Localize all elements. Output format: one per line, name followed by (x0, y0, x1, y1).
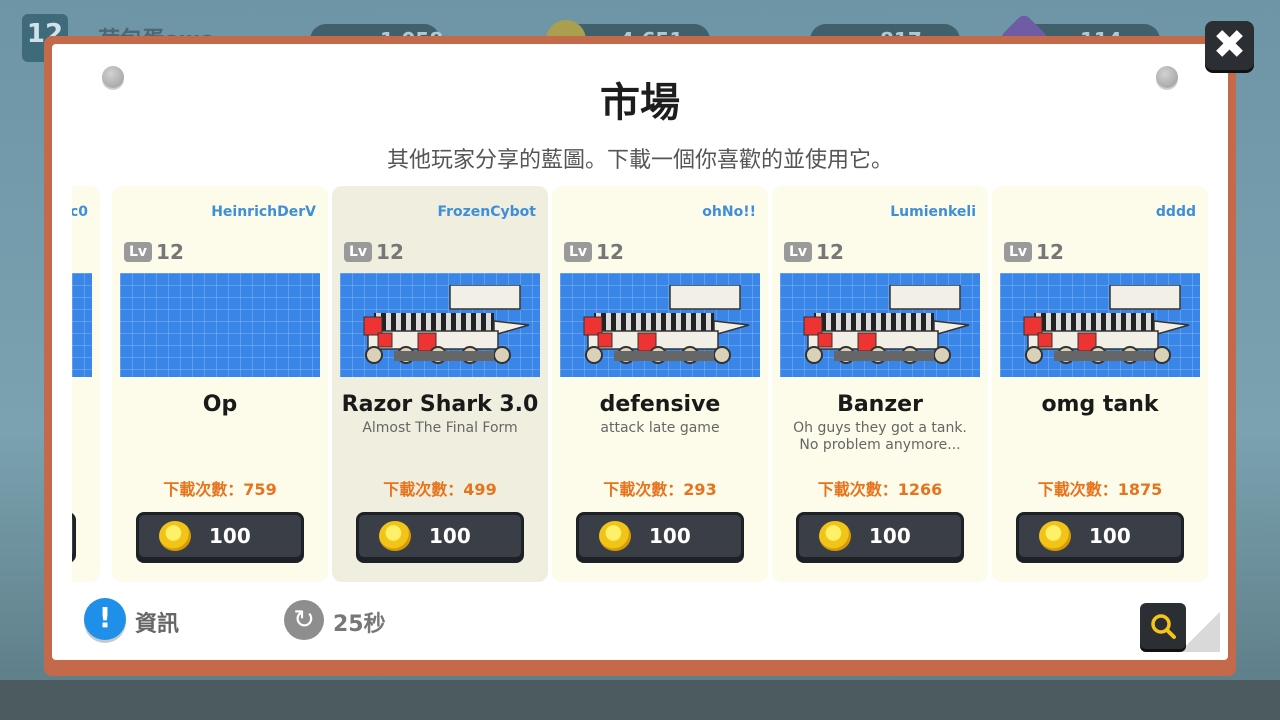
page-title: 市場 (600, 80, 680, 126)
card-author[interactable]: Ric0 (72, 204, 88, 220)
card-description-line: Oh guys they got a tank. (793, 420, 967, 436)
blueprint-card[interactable]: ohNo!! Lv 12 defensive attack late game 下載次數：… (552, 186, 768, 582)
card-title: Banzer (837, 392, 923, 417)
download-count: 下載次數：759 (163, 480, 277, 499)
close-button[interactable]: ✖ (1205, 21, 1254, 70)
card-title: Op (202, 392, 238, 417)
buy-button[interactable] (72, 512, 76, 560)
blueprint-card[interactable]: FrozenCybot Lv 12 Razor Shark 3.0 Almost The… (332, 186, 548, 582)
card-level: Lv 12 (564, 240, 624, 266)
blueprint-preview[interactable] (120, 273, 320, 377)
card-title: omg tank (1041, 392, 1159, 417)
level-value: 12 (1036, 240, 1064, 264)
card-description: Almost The Final Form (342, 420, 538, 437)
card-level: Lv 12 (344, 240, 404, 266)
blueprint-preview[interactable] (340, 273, 540, 377)
card-author[interactable]: Lumienkeli (890, 204, 976, 220)
price-label: 100 (429, 524, 471, 548)
buy-button[interactable]: 100 (356, 512, 524, 560)
blueprint-preview (72, 273, 92, 377)
card-description: attack late game (562, 420, 758, 437)
blueprint-carousel[interactable]: Ric0 HeinrichDerVLv12Op下載次數：759100Frozen… (72, 186, 1208, 584)
page-curl (1180, 612, 1220, 652)
lv-badge: Lv (784, 242, 813, 262)
level-value: 12 (816, 240, 844, 264)
tank-illustration (1023, 285, 1190, 364)
blueprint-preview[interactable] (560, 273, 760, 377)
coin-icon (599, 521, 631, 551)
card-author[interactable]: FrozenCybot (437, 204, 536, 220)
price-label: 100 (209, 524, 251, 548)
tank-illustration (363, 285, 530, 364)
coin-icon (379, 521, 411, 551)
card-level: Lv 12 (124, 240, 184, 266)
download-count: 下載次數：1266 (817, 480, 943, 499)
card-description-line: No problem anymore... (799, 437, 961, 453)
blueprint-card[interactable]: Lumienkeli Lv 12 Banzer Oh guys they got a t… (772, 186, 988, 582)
card-author[interactable]: HeinrichDerV (211, 204, 316, 220)
card-level: Lv 12 (1004, 240, 1064, 266)
ground-strip (0, 680, 1280, 720)
card-description-line: Almost The Final Form (362, 420, 518, 436)
download-count: 下載次數：1875 (1037, 480, 1163, 499)
download-count: 下載次數：499 (383, 480, 497, 499)
blueprint-card[interactable]: dddd Lv 12 omg tank 下載次數：1875 100 (992, 186, 1208, 582)
card-title: defensive (599, 392, 721, 417)
card-description: Oh guys they got a tank. No problem anymo… (782, 420, 978, 454)
price-label: 100 (649, 524, 691, 548)
info-icon[interactable]: ! (84, 598, 126, 640)
info-label[interactable]: 資訊 (135, 606, 179, 638)
download-count: 下載次數：293 (603, 480, 717, 499)
lv-badge: Lv (564, 242, 593, 262)
refresh-timer: 25秒 (333, 612, 386, 637)
coin-icon (819, 521, 851, 551)
coin-icon (1039, 521, 1071, 551)
lv-badge: Lv (124, 242, 153, 262)
lv-badge: Lv (344, 242, 373, 262)
price-label: 100 (1089, 524, 1131, 548)
search-icon (1151, 614, 1176, 639)
search-button[interactable] (1140, 603, 1186, 649)
card-level: Lv 12 (784, 240, 844, 266)
tank-illustration (803, 285, 970, 364)
card-title: Razor Shark 3.0 (341, 392, 539, 417)
refresh-icon[interactable]: ↻ (284, 600, 324, 640)
buy-button[interactable]: 100 (136, 512, 304, 560)
level-value: 12 (376, 240, 404, 264)
buy-button[interactable]: 100 (796, 512, 964, 560)
level-value: 12 (596, 240, 624, 264)
card-author[interactable]: dddd (1156, 204, 1196, 220)
card-description-line: attack late game (600, 420, 720, 436)
lv-badge: Lv (1004, 242, 1033, 262)
blueprint-card-partial[interactable]: Ric0 (72, 186, 100, 582)
blueprint-preview[interactable] (1000, 273, 1200, 377)
buy-button[interactable]: 100 (576, 512, 744, 560)
level-value: 12 (156, 240, 184, 264)
price-label: 100 (869, 524, 911, 548)
tank-illustration (583, 285, 750, 364)
buy-button[interactable]: 100 (1016, 512, 1184, 560)
blueprint-card[interactable]: HeinrichDerV Lv 12 Op 下載次數：759 100 (112, 186, 328, 582)
page-subtitle: 其他玩家分享的藍圖。下載一個你喜歡的並使用它。 (386, 148, 893, 173)
card-author[interactable]: ohNo!! (702, 204, 756, 220)
blueprint-preview[interactable] (780, 273, 980, 377)
coin-icon (159, 521, 191, 551)
